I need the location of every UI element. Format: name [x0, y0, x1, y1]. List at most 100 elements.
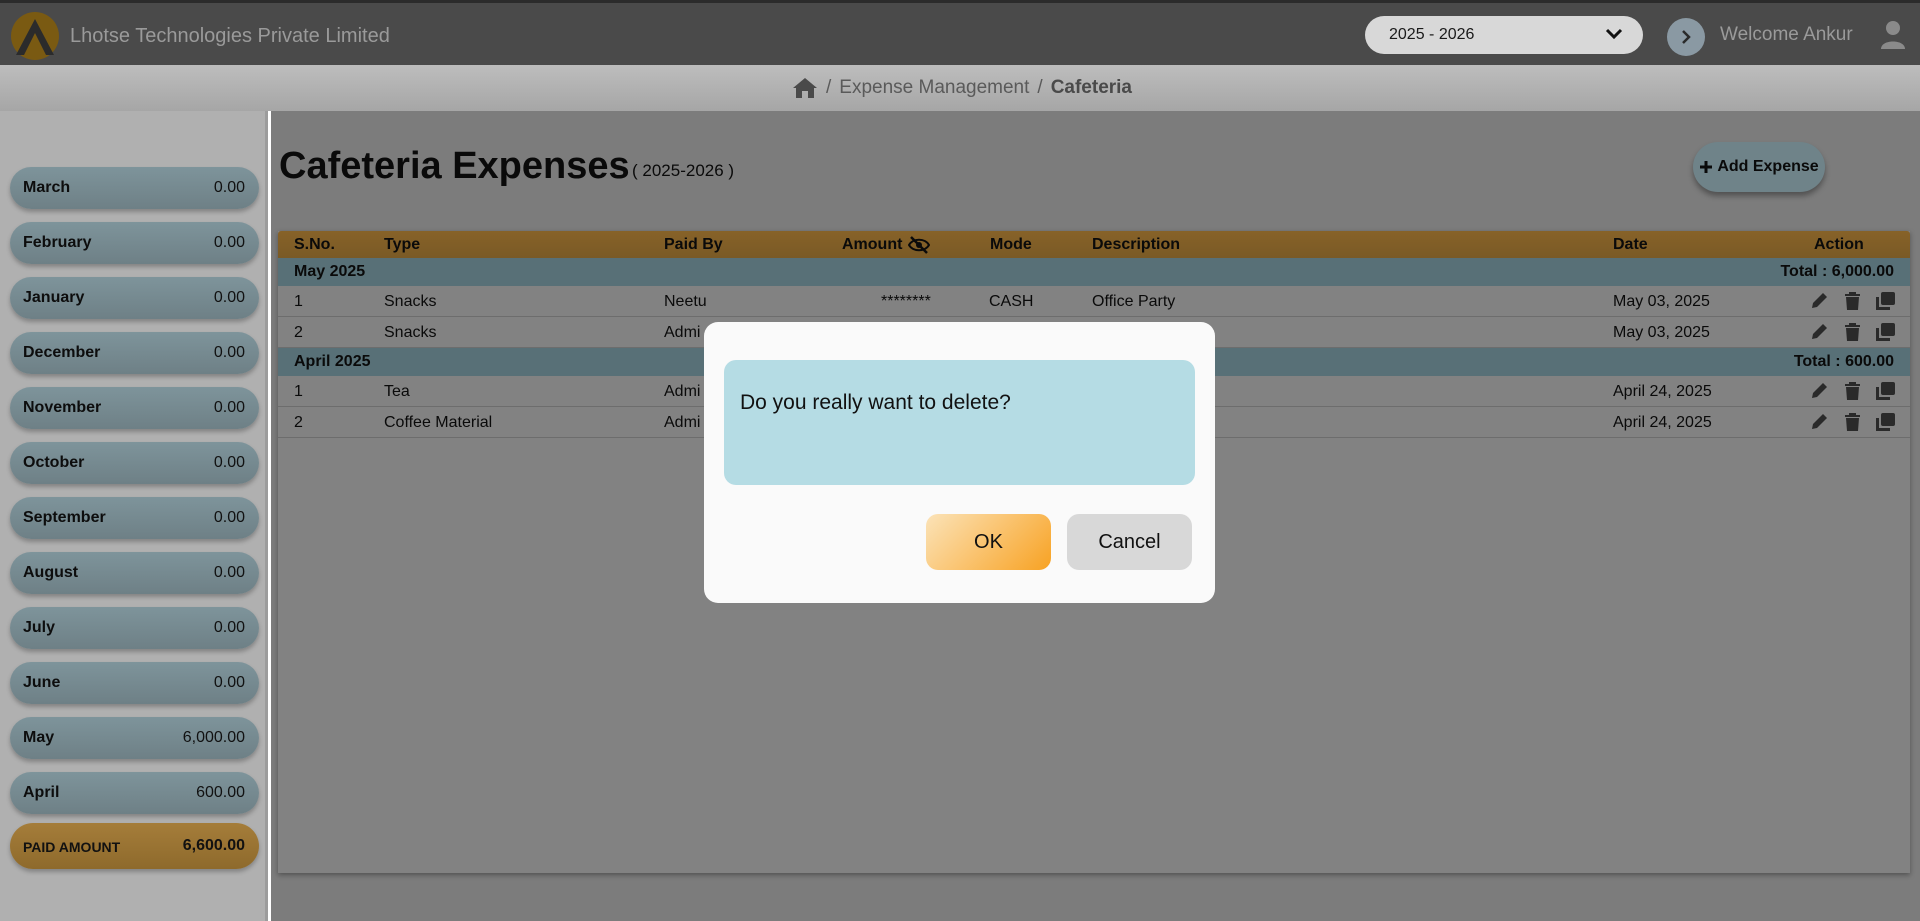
month-name: April: [23, 784, 60, 801]
home-icon[interactable]: [792, 77, 818, 99]
delete-icon[interactable]: [1842, 322, 1863, 342]
user-icon[interactable]: [1880, 20, 1906, 50]
delete-icon[interactable]: [1842, 291, 1863, 311]
dialog-message-box: Do you really want to delete?: [724, 360, 1195, 485]
breadcrumb-current: Cafeteria: [1050, 77, 1133, 98]
cell-paid-by: Admi: [664, 414, 701, 431]
month-value: 600.00: [196, 784, 245, 801]
cell-type: Tea: [384, 383, 410, 400]
edit-icon[interactable]: [1809, 322, 1830, 342]
copy-icon[interactable]: [1875, 381, 1896, 401]
month-value: 0.00: [213, 674, 245, 691]
month-name: October: [23, 454, 85, 471]
cancel-button[interactable]: Cancel: [1067, 514, 1192, 570]
col-paid-by: Paid By: [664, 236, 723, 253]
month-value: 6,000.00: [182, 729, 245, 746]
month-name: November: [23, 399, 102, 416]
cell-date: May 03, 2025: [1613, 324, 1710, 341]
breadcrumb-separator: /: [1037, 77, 1043, 98]
cell-description: Office Party: [1092, 293, 1176, 310]
edit-icon[interactable]: [1809, 291, 1830, 311]
month-value: 0.00: [213, 399, 245, 416]
month-name: March: [23, 179, 71, 196]
delete-icon[interactable]: [1842, 412, 1863, 432]
sidebar-item-october[interactable]: October 0.00: [10, 442, 259, 484]
col-sno: S.No.: [294, 236, 335, 253]
sidebar-item-january[interactable]: January 0.00: [10, 277, 259, 319]
ok-button[interactable]: OK: [926, 514, 1051, 570]
fiscal-year-value: 2025 - 2026: [1389, 26, 1475, 43]
col-date: Date: [1613, 236, 1648, 253]
top-bar: Lhotse Technologies Private Limited 2025…: [0, 0, 1920, 65]
eye-slash-icon[interactable]: [908, 236, 930, 254]
cell-paid-by: Neetu: [664, 293, 707, 310]
sidebar-item-december[interactable]: December 0.00: [10, 332, 259, 374]
sidebar-item-july[interactable]: July 0.00: [10, 607, 259, 649]
month-value: 0.00: [213, 509, 245, 526]
cell-sno: 2: [294, 324, 303, 341]
sidebar-item-march[interactable]: March 0.00: [10, 167, 259, 209]
copy-icon[interactable]: [1875, 322, 1896, 342]
cell-sno: 2: [294, 414, 303, 431]
month-name: June: [23, 674, 61, 691]
copy-icon[interactable]: [1875, 291, 1896, 311]
company-logo-icon: [11, 12, 59, 60]
sidebar-item-august[interactable]: August 0.00: [10, 552, 259, 594]
cell-paid-by: Admi: [664, 383, 701, 400]
month-value: 0.00: [213, 454, 245, 471]
cell-date: April 24, 2025: [1613, 414, 1712, 431]
paid-amount-value: 6,600.00: [182, 837, 245, 854]
page-title: Cafeteria Expenses: [279, 145, 630, 187]
expand-button[interactable]: [1667, 18, 1705, 56]
sidebar-item-november[interactable]: November 0.00: [10, 387, 259, 429]
cell-amount: ********: [881, 293, 931, 310]
month-name: August: [23, 564, 79, 581]
group-name: April 2025: [294, 353, 371, 370]
company-name: Lhotse Technologies Private Limited: [70, 25, 390, 47]
sidebar-item-september[interactable]: September 0.00: [10, 497, 259, 539]
month-sidebar: March 0.00 February 0.00 January 0.00 Decem…: [0, 111, 268, 921]
group-total: Total : 6,000.00: [1780, 263, 1894, 280]
dialog-message: Do you really want to delete?: [740, 391, 1011, 414]
chevron-right-icon: [1682, 30, 1691, 44]
fiscal-year-select[interactable]: 2025 - 2026: [1365, 16, 1643, 54]
cell-date: May 03, 2025: [1613, 293, 1710, 310]
sidebar-item-february[interactable]: February 0.00: [10, 222, 259, 264]
paid-amount-label: PAID AMOUNT: [23, 839, 121, 855]
cell-mode: CASH: [989, 293, 1034, 310]
welcome-text: Welcome Ankur: [1720, 24, 1853, 45]
month-value: 0.00: [213, 619, 245, 636]
sidebar-item-june[interactable]: June 0.00: [10, 662, 259, 704]
month-name: September: [23, 509, 106, 526]
sidebar-item-may[interactable]: May 6,000.00: [10, 717, 259, 759]
month-name: December: [23, 344, 101, 361]
chevron-down-icon: [1605, 28, 1623, 40]
edit-icon[interactable]: [1809, 412, 1830, 432]
breadcrumb-separator: /: [826, 77, 832, 98]
edit-icon[interactable]: [1809, 381, 1830, 401]
col-mode: Mode: [990, 236, 1032, 253]
col-amount: Amount: [842, 236, 903, 253]
cell-type: Snacks: [384, 324, 437, 341]
month-value: 0.00: [213, 289, 245, 306]
breadcrumb: / Expense Management / Cafeteria: [792, 77, 1132, 99]
sidebar-item-april[interactable]: April 600.00: [10, 772, 259, 814]
month-name: February: [23, 234, 92, 251]
delete-icon[interactable]: [1842, 381, 1863, 401]
month-value: 0.00: [213, 179, 245, 196]
month-value: 0.00: [213, 564, 245, 581]
copy-icon[interactable]: [1875, 412, 1896, 432]
row-actions: [1809, 412, 1896, 432]
add-expense-button[interactable]: Add Expense: [1693, 142, 1825, 192]
cell-type: Coffee Material: [384, 414, 493, 431]
breadcrumb-expense-management[interactable]: Expense Management: [839, 77, 1029, 99]
cell-paid-by: Admi: [664, 324, 701, 341]
group-header-may-2025: May 2025 Total : 6,000.00: [278, 258, 1910, 286]
table-row: 1 Snacks Neetu ******** CASH Office Part…: [278, 286, 1910, 317]
month-name: May: [23, 729, 55, 746]
col-action: Action: [1814, 236, 1864, 253]
col-description: Description: [1092, 236, 1181, 253]
month-name: July: [23, 619, 56, 636]
col-type: Type: [384, 236, 421, 253]
group-name: May 2025: [294, 263, 366, 280]
